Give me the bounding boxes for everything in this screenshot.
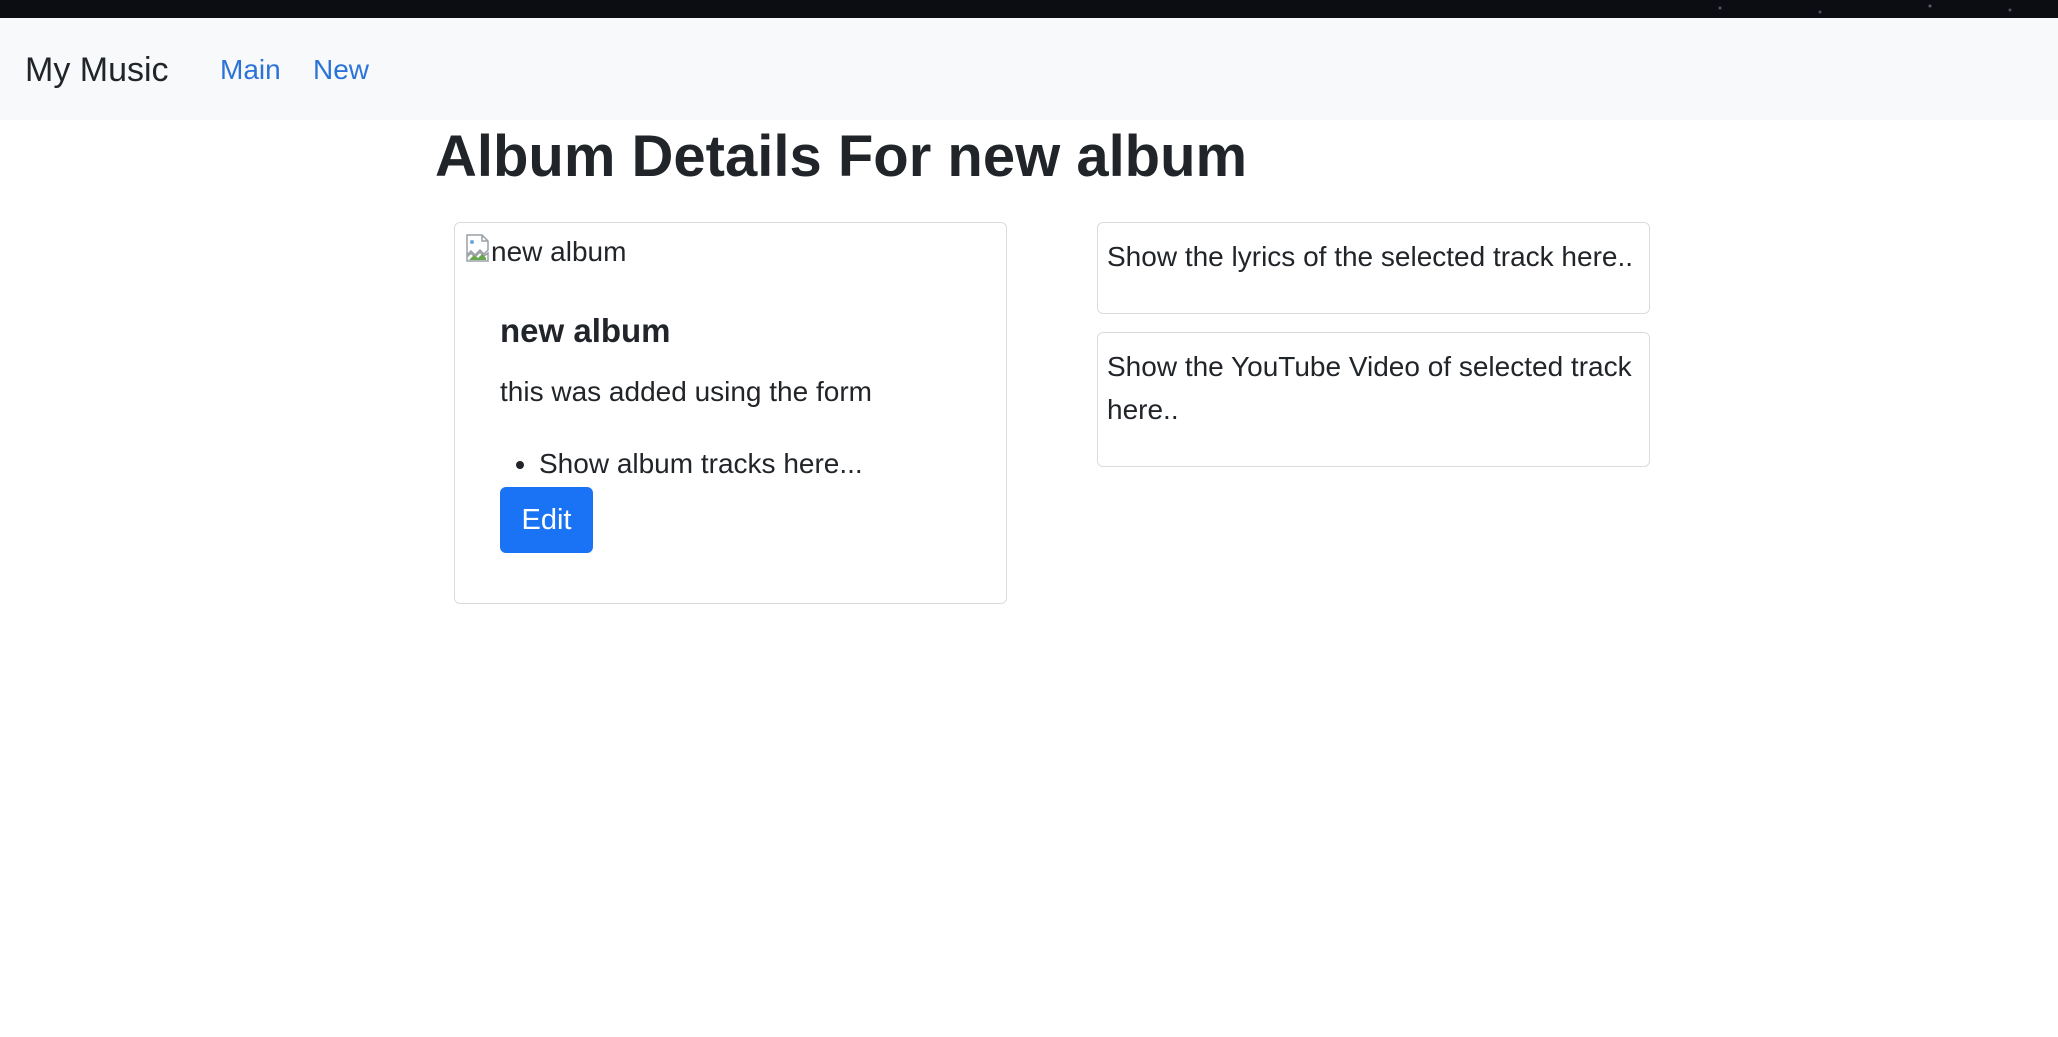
edit-button[interactable]: Edit <box>500 487 593 553</box>
video-placeholder-text: Show the YouTube Video of selected track… <box>1107 351 1632 425</box>
navbar: My Music Main New <box>0 18 2058 120</box>
album-card-body: new album this was added using the form … <box>500 311 970 553</box>
list-item: Show album tracks here... <box>539 447 970 481</box>
brand-link[interactable]: My Music <box>25 50 169 90</box>
album-description: this was added using the form <box>500 376 872 407</box>
album-card: new album new album this was added using… <box>454 222 1007 604</box>
lyrics-placeholder-text: Show the lyrics of the selected track he… <box>1107 241 1634 272</box>
youtube-video-panel: Show the YouTube Video of selected track… <box>1097 332 1650 467</box>
album-image: new album <box>464 233 626 269</box>
album-title: new album <box>500 312 671 349</box>
nav-link-main[interactable]: Main <box>220 53 281 87</box>
broken-image-icon <box>464 233 492 263</box>
album-image-alt-text: new album <box>491 236 627 267</box>
top-window-strip <box>0 0 2058 18</box>
lyrics-panel: Show the lyrics of the selected track he… <box>1097 222 1650 314</box>
nav-link-new[interactable]: New <box>313 53 369 87</box>
album-track-list: Show album tracks here... <box>500 447 970 481</box>
page-title: Album Details For new album <box>435 124 1248 189</box>
